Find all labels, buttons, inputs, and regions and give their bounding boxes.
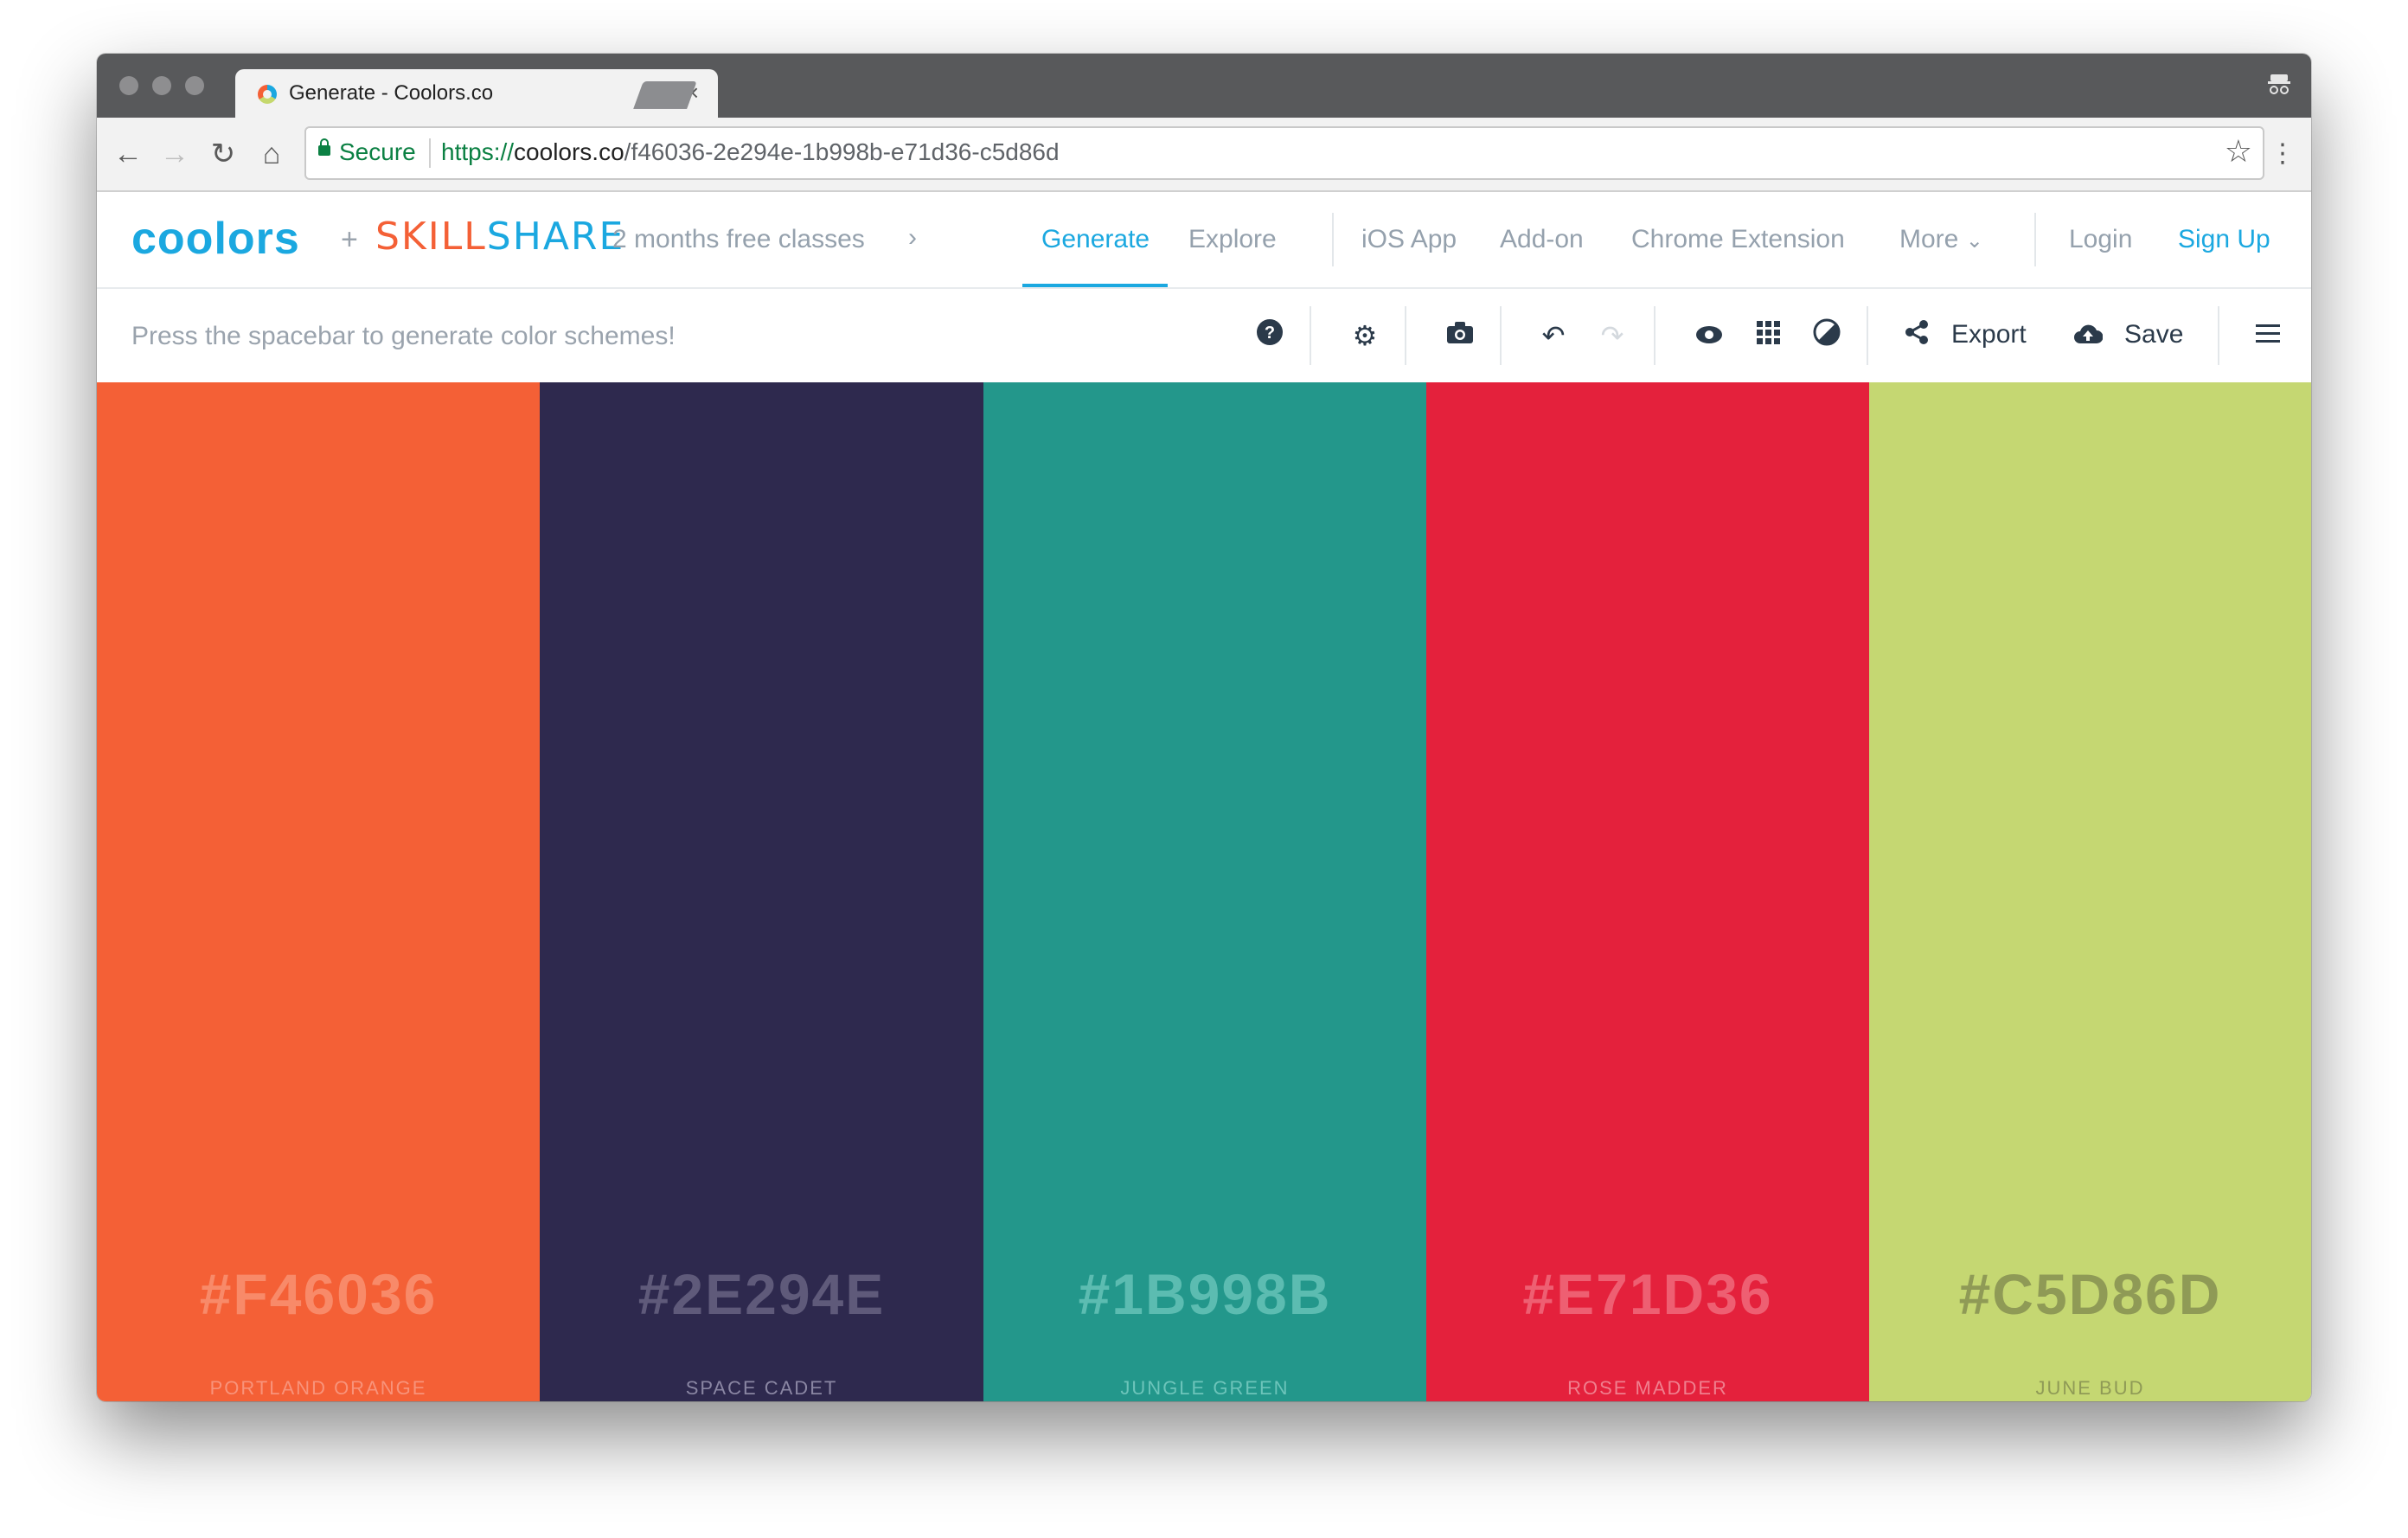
browser-toolbar: ← → ↻ ⌂ Secure https://coolors.co/f46036… xyxy=(97,118,2311,192)
nav-addon[interactable]: Add-on xyxy=(1500,225,1584,254)
swatch-hex-code[interactable]: #1B998B xyxy=(983,1261,1426,1327)
forward-arrow-icon[interactable]: → xyxy=(156,135,194,173)
contrast-icon[interactable] xyxy=(1809,318,1844,353)
action-divider xyxy=(1500,306,1502,365)
chevron-right-icon[interactable]: › xyxy=(908,223,917,253)
chevron-down-icon: ⌄ xyxy=(1965,229,1983,253)
color-swatch[interactable]: #F46036 PORTLAND ORANGE xyxy=(97,382,540,1401)
swatch-color-name: JUNE BUD xyxy=(2035,1377,2145,1399)
swatch-color-name: ROSE MADDER xyxy=(1567,1377,1728,1399)
nav-more-label: More xyxy=(1899,225,1959,253)
color-swatch[interactable]: #C5D86D JUNE BUD xyxy=(1869,382,2311,1401)
hamburger-menu-icon[interactable] xyxy=(2251,318,2285,353)
settings-gear-icon[interactable]: ⚙ xyxy=(1348,318,1382,353)
help-icon[interactable]: ? xyxy=(1252,318,1287,353)
window-zoom-button[interactable] xyxy=(185,76,204,95)
swatch-hex-code[interactable]: #F46036 xyxy=(97,1261,540,1327)
window-minimize-button[interactable] xyxy=(152,76,171,95)
nav-divider-2 xyxy=(2034,213,2036,266)
nav-more[interactable]: More ⌄ xyxy=(1899,225,1983,254)
color-swatch[interactable]: #E71D36 ROSE MADDER xyxy=(1426,382,1869,1401)
url-text[interactable]: https://coolors.co/f46036-2e294e-1b998b-… xyxy=(441,138,1060,166)
action-divider xyxy=(1654,306,1656,365)
skillshare-logo[interactable]: SKILLSHARE xyxy=(375,215,624,259)
share-icon[interactable] xyxy=(1899,318,1934,353)
browser-menu-icon[interactable]: ⋮ xyxy=(2270,135,2296,173)
action-divider xyxy=(1310,306,1311,365)
nav-divider xyxy=(1332,213,1334,266)
undo-icon[interactable]: ↶ xyxy=(1536,318,1571,353)
swatch-hex-code[interactable]: #2E294E xyxy=(540,1261,983,1327)
omnibox-divider xyxy=(429,138,431,168)
save-button[interactable]: Save xyxy=(2124,320,2183,349)
color-swatch[interactable]: #1B998B JUNGLE GREEN xyxy=(983,382,1426,1401)
nav-chrome-extension[interactable]: Chrome Extension xyxy=(1631,225,1845,254)
home-icon[interactable]: ⌂ xyxy=(253,135,291,173)
new-tab-button[interactable] xyxy=(633,81,697,109)
swatch-hex-code[interactable]: #C5D86D xyxy=(1869,1261,2311,1327)
nav-explore[interactable]: Explore xyxy=(1188,225,1277,254)
cloud-upload-icon[interactable] xyxy=(2071,318,2105,353)
action-divider xyxy=(1867,306,1868,365)
reload-icon[interactable]: ↻ xyxy=(204,135,242,173)
swatch-hex-code[interactable]: #E71D36 xyxy=(1426,1261,1869,1327)
svg-text:?: ? xyxy=(1265,324,1275,343)
nav-active-indicator xyxy=(1022,284,1168,287)
nav-login[interactable]: Login xyxy=(2069,225,2132,254)
swatch-color-name: PORTLAND ORANGE xyxy=(209,1377,427,1399)
incognito-icon xyxy=(2264,71,2294,100)
action-divider xyxy=(2218,306,2219,365)
action-divider xyxy=(1405,306,1406,365)
window-close-button[interactable] xyxy=(119,76,138,95)
browser-window: Generate - Coolors.co × ← → ↻ ⌂ Secure h… xyxy=(97,54,2311,1401)
color-swatch[interactable]: #2E294E SPACE CADET xyxy=(540,382,983,1401)
promo-link[interactable]: 2 months free classes xyxy=(612,225,865,254)
swatch-color-name: JUNGLE GREEN xyxy=(1120,1377,1290,1399)
url-scheme: https:// xyxy=(441,138,515,165)
camera-icon[interactable] xyxy=(1443,318,1477,353)
tab-title: Generate - Coolors.co xyxy=(289,81,494,105)
color-palette: #F46036 PORTLAND ORANGE #2E294E SPACE CA… xyxy=(97,382,2311,1401)
tab-strip: Generate - Coolors.co × xyxy=(97,54,2311,118)
spacebar-hint: Press the spacebar to generate color sch… xyxy=(131,322,676,350)
coolors-favicon-icon xyxy=(258,85,277,104)
address-bar[interactable]: Secure https://coolors.co/f46036-2e294e-… xyxy=(304,126,2264,180)
url-path: /f46036-2e294e-1b998b-e71d36-c5d86d xyxy=(624,138,1060,165)
site-header: coolors + SKILLSHARE 2 months free class… xyxy=(97,192,2311,289)
plus-sign: + xyxy=(341,223,358,256)
coolors-logo[interactable]: coolors xyxy=(131,213,300,265)
bookmark-star-icon[interactable]: ☆ xyxy=(2225,133,2252,170)
grid-icon[interactable] xyxy=(1751,318,1785,353)
redo-icon[interactable]: ↷ xyxy=(1595,318,1630,353)
action-bar: Press the spacebar to generate color sch… xyxy=(97,289,2311,382)
eye-icon[interactable] xyxy=(1692,318,1726,353)
nav-signup[interactable]: Sign Up xyxy=(2178,225,2270,254)
url-host: coolors.co xyxy=(514,138,624,165)
nav-ios-app[interactable]: iOS App xyxy=(1361,225,1457,254)
secure-label: Secure xyxy=(339,138,416,165)
back-arrow-icon[interactable]: ← xyxy=(109,135,147,173)
export-button[interactable]: Export xyxy=(1951,320,2027,349)
nav-generate[interactable]: Generate xyxy=(1041,225,1150,254)
lock-icon xyxy=(318,138,330,156)
swatch-color-name: SPACE CADET xyxy=(685,1377,838,1399)
